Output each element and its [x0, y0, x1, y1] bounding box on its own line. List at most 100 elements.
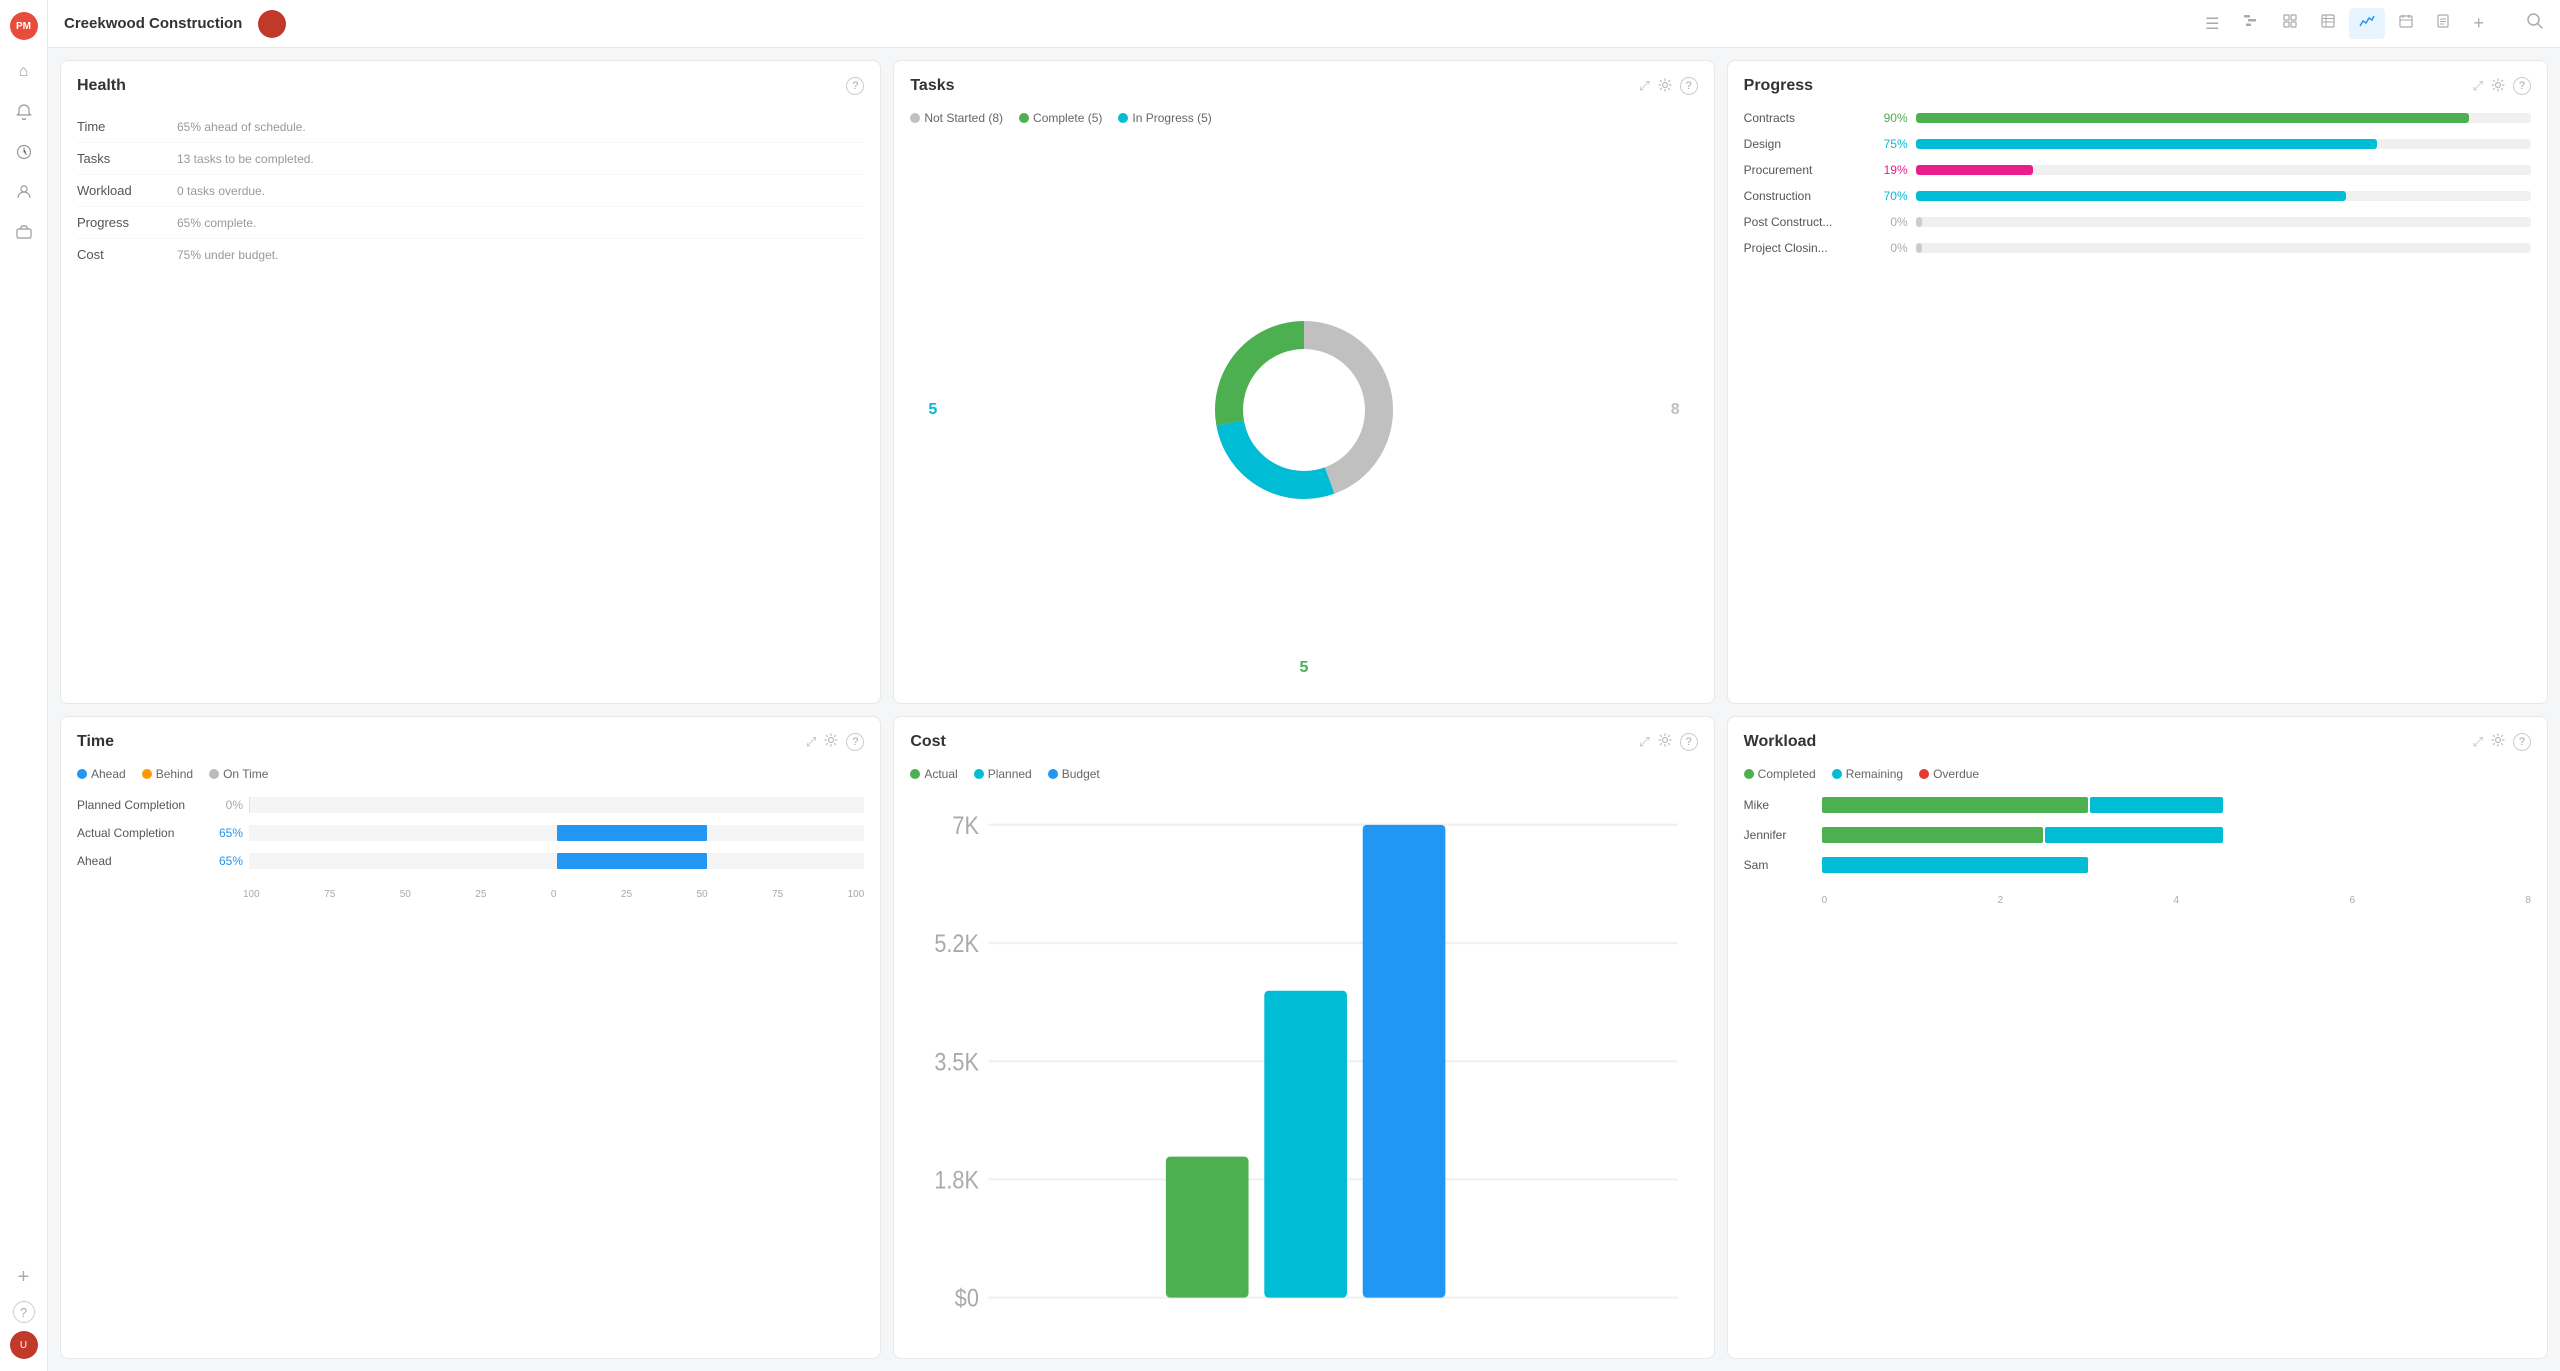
- tab-add[interactable]: +: [2463, 7, 2494, 40]
- legend-on-time: On Time: [209, 767, 268, 781]
- sidebar-item-briefcase[interactable]: [8, 216, 40, 248]
- legend-dot-complete: [1019, 113, 1029, 123]
- tab-table[interactable]: [2311, 8, 2345, 39]
- legend-completed: Completed: [1744, 767, 1816, 781]
- tasks-legend: Not Started (8) Complete (5) In Progress…: [910, 111, 1697, 125]
- sidebar-item-person[interactable]: [8, 176, 40, 208]
- tasks-card-header: Tasks ⤢ ?: [910, 77, 1697, 95]
- progress-gear-icon[interactable]: [2491, 78, 2505, 95]
- tab-doc[interactable]: [2427, 8, 2459, 39]
- svg-text:7K: 7K: [953, 811, 980, 839]
- legend-label-behind: Behind: [156, 767, 193, 781]
- legend-dot-in-progress: [1118, 113, 1128, 123]
- legend-dot-not-started: [910, 113, 920, 123]
- progress-bar-closing: [1916, 243, 2531, 253]
- workload-title: Workload: [1744, 733, 1817, 751]
- progress-bar-contracts: [1916, 113, 2531, 123]
- workload-help-icon[interactable]: ?: [2513, 733, 2531, 751]
- workload-expand-icon[interactable]: ⤢: [2473, 734, 2483, 750]
- workload-row-jennifer: Jennifer: [1744, 827, 2531, 843]
- tab-gantt[interactable]: [2233, 8, 2269, 39]
- progress-bar-procurement: [1916, 165, 2531, 175]
- time-gear-icon[interactable]: [824, 733, 838, 750]
- time-chart-area: Planned Completion 0% Actual Completion …: [77, 789, 864, 1343]
- svg-text:1.8K: 1.8K: [935, 1166, 980, 1194]
- tab-chart[interactable]: [2349, 8, 2385, 39]
- time-axis-50r: 50: [696, 889, 707, 900]
- donut-label-left: 5: [928, 401, 937, 419]
- time-value-actual: 65%: [213, 826, 243, 840]
- sidebar-help-button[interactable]: ?: [13, 1301, 35, 1323]
- progress-fill-closing: [1916, 243, 1922, 253]
- legend-complete: Complete (5): [1019, 111, 1102, 125]
- progress-pct-post: 0%: [1872, 215, 1908, 229]
- workload-label-jennifer: Jennifer: [1744, 828, 1814, 842]
- progress-label-closing: Project Closin...: [1744, 241, 1864, 255]
- workload-label-mike: Mike: [1744, 798, 1814, 812]
- cost-expand-icon[interactable]: ⤢: [1639, 734, 1649, 750]
- sidebar-item-home[interactable]: ⌂: [8, 56, 40, 88]
- legend-label-overdue: Overdue: [1933, 767, 1979, 781]
- sidebar-add-button[interactable]: +: [8, 1261, 40, 1293]
- legend-dot-overdue: [1919, 769, 1929, 779]
- legend-behind: Behind: [142, 767, 193, 781]
- sidebar-item-clock[interactable]: [8, 136, 40, 168]
- workload-gear-icon[interactable]: [2491, 733, 2505, 750]
- tasks-gear-icon[interactable]: [1658, 78, 1672, 95]
- legend-dot-budget: [1048, 769, 1058, 779]
- progress-expand-icon[interactable]: ⤢: [2473, 78, 2483, 94]
- tab-list[interactable]: ☰: [2195, 8, 2229, 40]
- progress-row-closing: Project Closin... 0%: [1744, 241, 2531, 255]
- cost-help-icon[interactable]: ?: [1680, 733, 1698, 751]
- time-axis-25r: 25: [621, 889, 632, 900]
- progress-label-post: Post Construct...: [1744, 215, 1864, 229]
- legend-dot-planned: [974, 769, 984, 779]
- time-row-actual: Actual Completion 65%: [77, 825, 864, 841]
- progress-fill-construction: [1916, 191, 2347, 201]
- health-row-cost: Cost 75% under budget.: [77, 239, 864, 270]
- legend-dot-behind: [142, 769, 152, 779]
- workload-axis-8: 8: [2525, 895, 2531, 906]
- workload-axis-2: 2: [1998, 895, 2004, 906]
- health-help-icon[interactable]: ?: [846, 77, 864, 95]
- cost-card: Cost ⤢ ? Actual Planned: [893, 716, 1714, 1360]
- time-axis-50l: 50: [400, 889, 411, 900]
- workload-axis-0: 0: [1822, 895, 1828, 906]
- legend-budget: Budget: [1048, 767, 1100, 781]
- tasks-help-icon[interactable]: ?: [1680, 77, 1698, 95]
- search-icon[interactable]: [2526, 12, 2544, 35]
- sidebar-avatar[interactable]: U: [10, 1331, 38, 1359]
- progress-pct-procurement: 19%: [1872, 163, 1908, 177]
- legend-dot-remaining: [1832, 769, 1842, 779]
- progress-bar-construction: [1916, 191, 2531, 201]
- health-label-progress: Progress: [77, 215, 177, 230]
- svg-text:3.5K: 3.5K: [935, 1047, 980, 1075]
- health-rows: Time 65% ahead of schedule. Tasks 13 tas…: [77, 111, 864, 270]
- time-help-icon[interactable]: ?: [846, 733, 864, 751]
- progress-row-post: Post Construct... 0%: [1744, 215, 2531, 229]
- progress-help-icon[interactable]: ?: [2513, 77, 2531, 95]
- health-label-tasks: Tasks: [77, 151, 177, 166]
- time-label-actual: Actual Completion: [77, 826, 207, 840]
- tab-calendar[interactable]: [2389, 8, 2423, 39]
- progress-label-procurement: Procurement: [1744, 163, 1864, 177]
- progress-row-design: Design 75%: [1744, 137, 2531, 151]
- health-value-cost: 75% under budget.: [177, 248, 278, 262]
- legend-label-completed: Completed: [1758, 767, 1816, 781]
- time-axis-100r: 100: [848, 889, 865, 900]
- time-axis-25l: 25: [475, 889, 486, 900]
- cost-gear-icon[interactable]: [1658, 733, 1672, 750]
- workload-chart-area: Mike Jennifer Sam: [1744, 789, 2531, 1343]
- tasks-expand-icon[interactable]: ⤢: [1639, 78, 1649, 94]
- workload-bars-mike: [1822, 797, 2531, 813]
- tab-dash2[interactable]: [2273, 8, 2307, 39]
- time-expand-icon[interactable]: ⤢: [806, 734, 816, 750]
- sidebar-item-bell[interactable]: [8, 96, 40, 128]
- cost-card-header: Cost ⤢ ?: [910, 733, 1697, 751]
- progress-fill-design: [1916, 139, 2377, 149]
- health-value-tasks: 13 tasks to be completed.: [177, 152, 314, 166]
- svg-text:$0: $0: [955, 1284, 979, 1312]
- health-card-header: Health ?: [77, 77, 864, 95]
- progress-rows: Contracts 90% Design 75% Procurement: [1744, 111, 2531, 267]
- workload-bar-mike-completed: [1822, 797, 2088, 813]
